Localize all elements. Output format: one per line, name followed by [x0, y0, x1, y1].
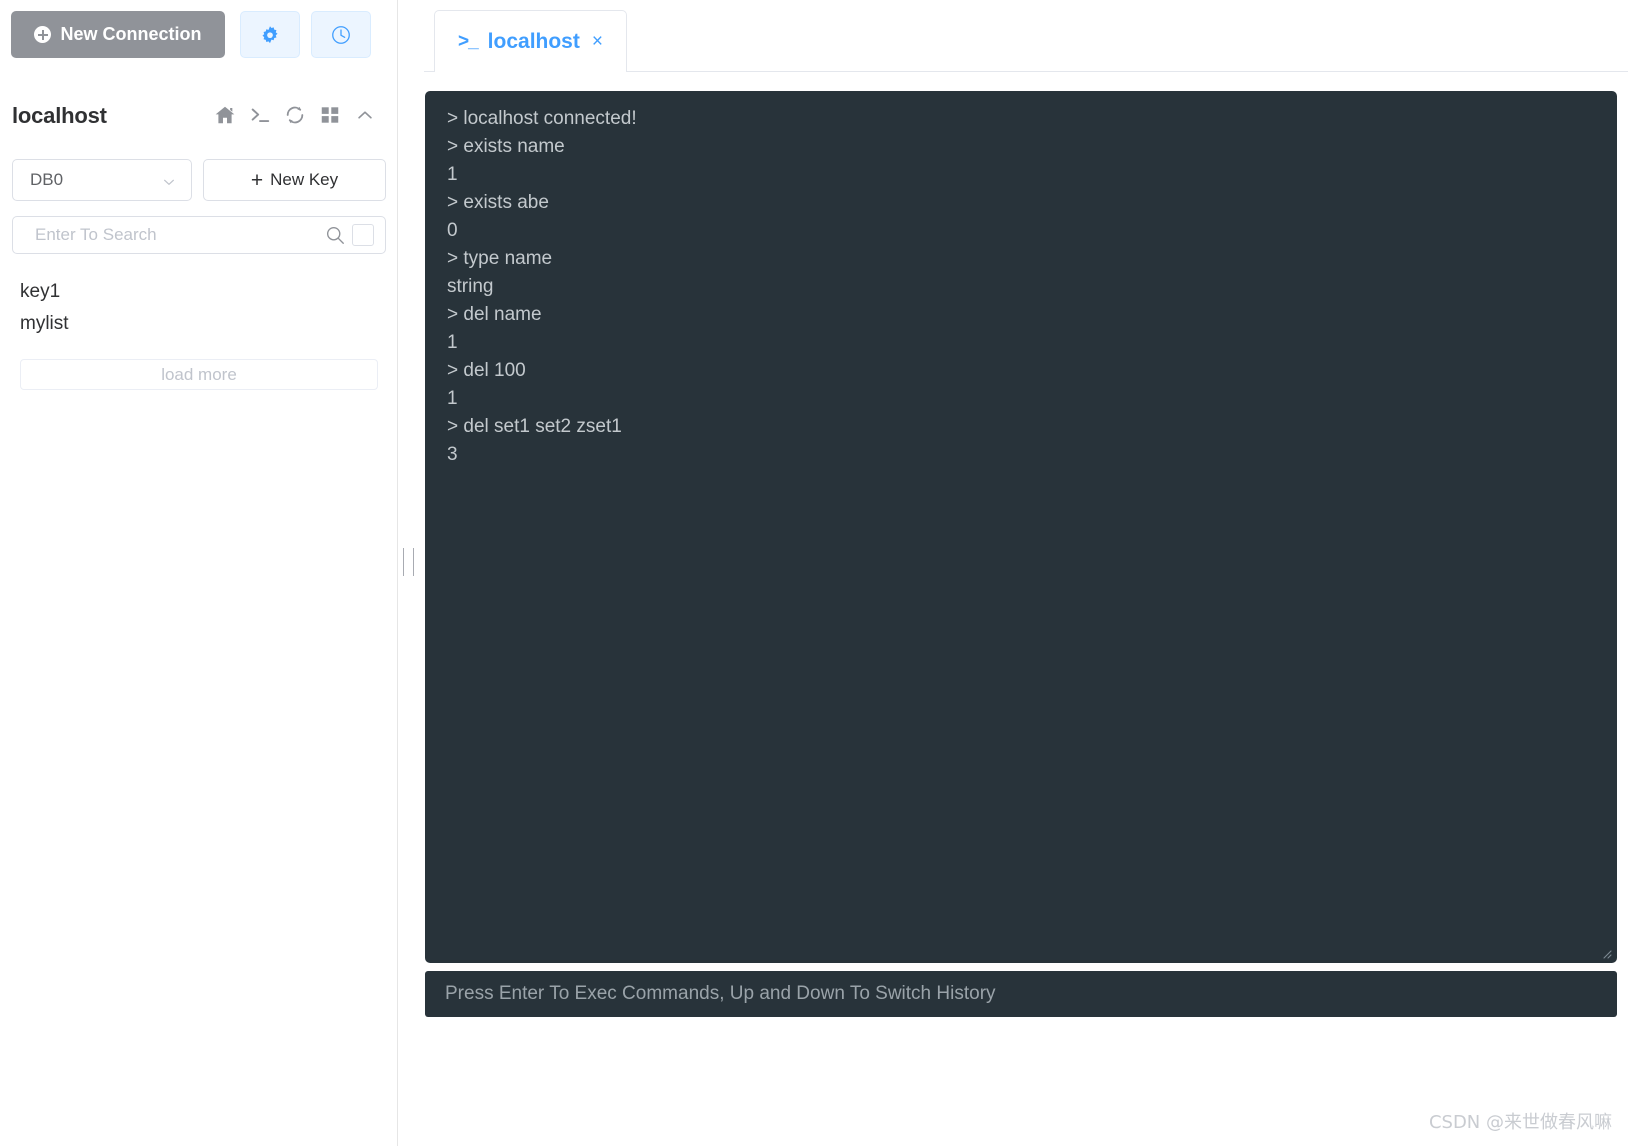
list-item[interactable]: mylist — [0, 308, 398, 340]
terminal-line: > exists name — [447, 136, 565, 157]
terminal-line: > localhost connected! — [447, 108, 637, 129]
refresh-icon[interactable] — [284, 104, 306, 126]
search-input[interactable] — [35, 225, 318, 245]
terminal-output[interactable]: > localhost connected! > exists name 1 >… — [425, 91, 1617, 963]
tab-localhost[interactable]: >_ localhost × — [434, 10, 627, 72]
tab-label: localhost — [487, 29, 580, 53]
terminal-line: 1 — [447, 388, 458, 409]
left-panel: New Connection localhost DB0 + New Key E… — [0, 0, 398, 1146]
connection-title: localhost — [12, 103, 107, 128]
panel-splitter-handle[interactable] — [403, 548, 414, 576]
right-panel: >_ localhost × > localhost connected! > … — [414, 0, 1628, 1146]
magnifier-icon — [326, 226, 344, 244]
gear-icon — [262, 25, 278, 43]
close-icon[interactable]: × — [592, 31, 603, 53]
connection-header: localhost — [0, 96, 398, 142]
terminal-line: > type name — [447, 248, 553, 269]
chevron-down-icon — [164, 179, 174, 185]
search-select-all-checkbox[interactable] — [352, 224, 374, 246]
terminal-line: 1 — [447, 164, 458, 185]
plus-circle-icon — [34, 26, 52, 43]
watermark: CSDN @来世做春风嘛 — [1428, 1112, 1612, 1133]
app-root: New Connection localhost DB0 + New Key E… — [0, 0, 1628, 1146]
key-list: key1 mylist load more — [0, 276, 398, 390]
grid-icon[interactable] — [319, 104, 341, 126]
left-toolbar: New Connection — [0, 0, 398, 70]
terminal-line: > del set1 set2 zset1 — [447, 416, 622, 437]
db-row: DB0 + New Key — [0, 159, 398, 201]
chevron-up-icon[interactable] — [354, 104, 376, 126]
clock-icon — [332, 25, 350, 44]
terminal-line: > exists abe — [447, 192, 549, 213]
home-icon[interactable] — [214, 104, 236, 126]
db-select-value: DB0 — [30, 170, 64, 189]
connection-header-actions — [214, 104, 376, 126]
terminal-prompt-icon: >_ — [458, 30, 479, 52]
new-connection-label: New Connection — [60, 24, 202, 44]
splitter-bar — [403, 548, 404, 576]
terminal-line: > del 100 — [447, 360, 526, 381]
load-more-button[interactable]: load more — [20, 359, 378, 390]
terminal-line: 0 — [447, 220, 458, 241]
settings-button[interactable] — [240, 11, 300, 58]
terminal-line: 1 — [447, 332, 458, 353]
terminal-command-input[interactable] — [445, 983, 1617, 1005]
terminal-line: 3 — [447, 444, 458, 465]
terminal-line: > del name — [447, 304, 542, 325]
tab-bar: >_ localhost × — [424, 10, 1628, 72]
history-button[interactable] — [311, 11, 371, 58]
search-icon[interactable] — [318, 224, 352, 246]
resize-grip-icon[interactable] — [1598, 945, 1612, 959]
terminal-line: string — [447, 276, 494, 297]
new-key-label: New Key — [270, 170, 339, 189]
terminal-input-wrap — [425, 971, 1617, 1017]
search-row — [12, 216, 386, 254]
db-select[interactable]: DB0 — [12, 159, 192, 201]
terminal-icon[interactable] — [249, 104, 271, 126]
new-key-button[interactable]: + New Key — [203, 159, 386, 201]
plus-icon: + — [250, 168, 264, 192]
list-item[interactable]: key1 — [0, 276, 398, 308]
new-connection-button[interactable]: New Connection — [11, 11, 225, 58]
